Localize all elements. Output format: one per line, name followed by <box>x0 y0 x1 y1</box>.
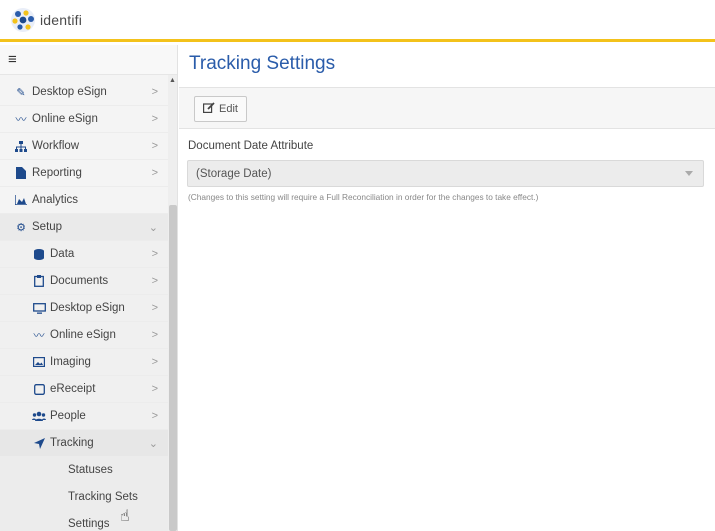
pencil-icon: ✎ <box>16 86 26 99</box>
document-date-attribute-select[interactable]: (Storage Date) <box>187 160 704 187</box>
logo-icon <box>11 7 35 32</box>
sidebar-item-label: Imaging <box>50 356 91 368</box>
sidebar-item-imaging[interactable]: Imaging > <box>0 349 168 376</box>
sidebar-item-label: Setup <box>32 221 63 233</box>
chart-area-icon <box>14 193 28 207</box>
chevron-right-icon: > <box>151 248 158 260</box>
signature-icon: 〰 <box>15 114 27 126</box>
page-title: Tracking Settings <box>189 53 336 74</box>
logo-text: identifi <box>40 11 83 28</box>
help-text: (Changes to this setting will require a … <box>188 192 539 202</box>
gear-icon: ⚙ <box>16 221 26 234</box>
sidebar-item-label: Data <box>50 248 75 260</box>
document-date-attribute-label: Document Date Attribute <box>188 140 314 152</box>
sidebar-item-workflow[interactable]: Workflow > <box>0 133 168 160</box>
image-icon <box>32 355 46 369</box>
sidebar-nav: ✎ Desktop eSign > 〰 Online eSign > Workf… <box>0 79 168 531</box>
receipt-icon <box>32 382 46 396</box>
sidebar-item-label: Statuses <box>68 464 113 476</box>
chevron-right-icon: > <box>151 356 158 368</box>
sidebar-item-label: People <box>50 410 86 422</box>
sidebar-item-desktop-esign[interactable]: ✎ Desktop eSign > <box>0 79 168 106</box>
edit-button-label: Edit <box>219 103 238 115</box>
app-window: identifi ≡ ✎ Desktop eSign > 〰 Online eS… <box>0 0 715 531</box>
chevron-right-icon: > <box>151 113 158 125</box>
sidebar-item-label: Analytics <box>32 194 79 206</box>
sidebar-item-setup[interactable]: ⚙ Setup ⌄ <box>0 214 168 241</box>
file-icon <box>14 166 28 180</box>
chevron-right-icon: > <box>151 167 158 179</box>
sidebar-item-statuses[interactable]: Statuses <box>0 457 168 484</box>
chevron-right-icon: > <box>151 302 158 314</box>
sidebar-item-label: Documents <box>50 275 109 287</box>
sidebar-item-label: eReceipt <box>50 383 96 395</box>
sidebar-item-label: Desktop eSign <box>32 86 107 98</box>
toolbar: Edit <box>179 87 715 129</box>
chevron-right-icon: > <box>151 86 158 98</box>
top-header: identifi <box>0 0 715 42</box>
main-content: Tracking Settings Edit Document Date Att… <box>179 45 715 531</box>
sidebar-scrollbar[interactable]: ▲ <box>168 75 177 531</box>
sidebar-toggle-row: ≡ <box>0 45 177 75</box>
edit-button[interactable]: Edit <box>194 96 247 122</box>
chevron-down-icon: ⌄ <box>148 221 158 234</box>
logo[interactable]: identifi <box>8 6 82 34</box>
sidebar-item-label: Tracking <box>50 437 94 449</box>
sidebar-item-setup-desktop-esign[interactable]: Desktop eSign > <box>0 295 168 322</box>
sidebar-item-setup-online-esign[interactable]: 〰 Online eSign > <box>0 322 168 349</box>
sidebar-item-settings[interactable]: Settings <box>0 511 168 531</box>
chevron-right-icon: > <box>151 410 158 422</box>
users-icon <box>32 409 46 423</box>
sidebar-item-label: Desktop eSign <box>50 302 125 314</box>
chevron-down-icon: ⌄ <box>148 437 158 450</box>
select-value: (Storage Date) <box>196 167 272 180</box>
edit-icon <box>203 102 215 116</box>
scrollbar-thumb[interactable] <box>169 205 177 531</box>
hamburger-icon[interactable]: ≡ <box>8 52 17 67</box>
signature-icon: 〰 <box>33 330 45 342</box>
sidebar-item-ereceipt[interactable]: eReceipt > <box>0 376 168 403</box>
scroll-up-arrow-icon[interactable]: ▲ <box>169 77 176 84</box>
chevron-right-icon: > <box>151 140 158 152</box>
sidebar-item-online-esign[interactable]: 〰 Online eSign > <box>0 106 168 133</box>
chevron-down-icon <box>685 171 693 176</box>
sidebar-item-label: Online eSign <box>50 329 116 341</box>
sitemap-icon <box>14 139 28 153</box>
sidebar-item-tracking[interactable]: Tracking ⌄ <box>0 430 168 457</box>
clipboard-icon <box>32 274 46 288</box>
chevron-right-icon: > <box>151 275 158 287</box>
desktop-icon <box>32 301 46 315</box>
database-icon <box>32 247 46 261</box>
sidebar-item-reporting[interactable]: Reporting > <box>0 160 168 187</box>
location-arrow-icon <box>32 436 46 450</box>
sidebar-item-people[interactable]: People > <box>0 403 168 430</box>
sidebar-item-analytics[interactable]: Analytics <box>0 187 168 214</box>
sidebar-item-label: Reporting <box>32 167 82 179</box>
sidebar-item-label: Tracking Sets <box>68 491 138 503</box>
chevron-right-icon: > <box>151 329 158 341</box>
sidebar-item-label: Online eSign <box>32 113 98 125</box>
chevron-right-icon: > <box>151 383 158 395</box>
hand-cursor-icon: ☝ <box>120 508 130 525</box>
sidebar-item-data[interactable]: Data > <box>0 241 168 268</box>
sidebar-item-label: Workflow <box>32 140 80 152</box>
sidebar-item-label: Settings <box>68 518 110 530</box>
sidebar-item-tracking-sets[interactable]: Tracking Sets <box>0 484 168 511</box>
sidebar: ≡ ✎ Desktop eSign > 〰 Online eSign > Wor… <box>0 45 178 531</box>
sidebar-item-documents[interactable]: Documents > <box>0 268 168 295</box>
